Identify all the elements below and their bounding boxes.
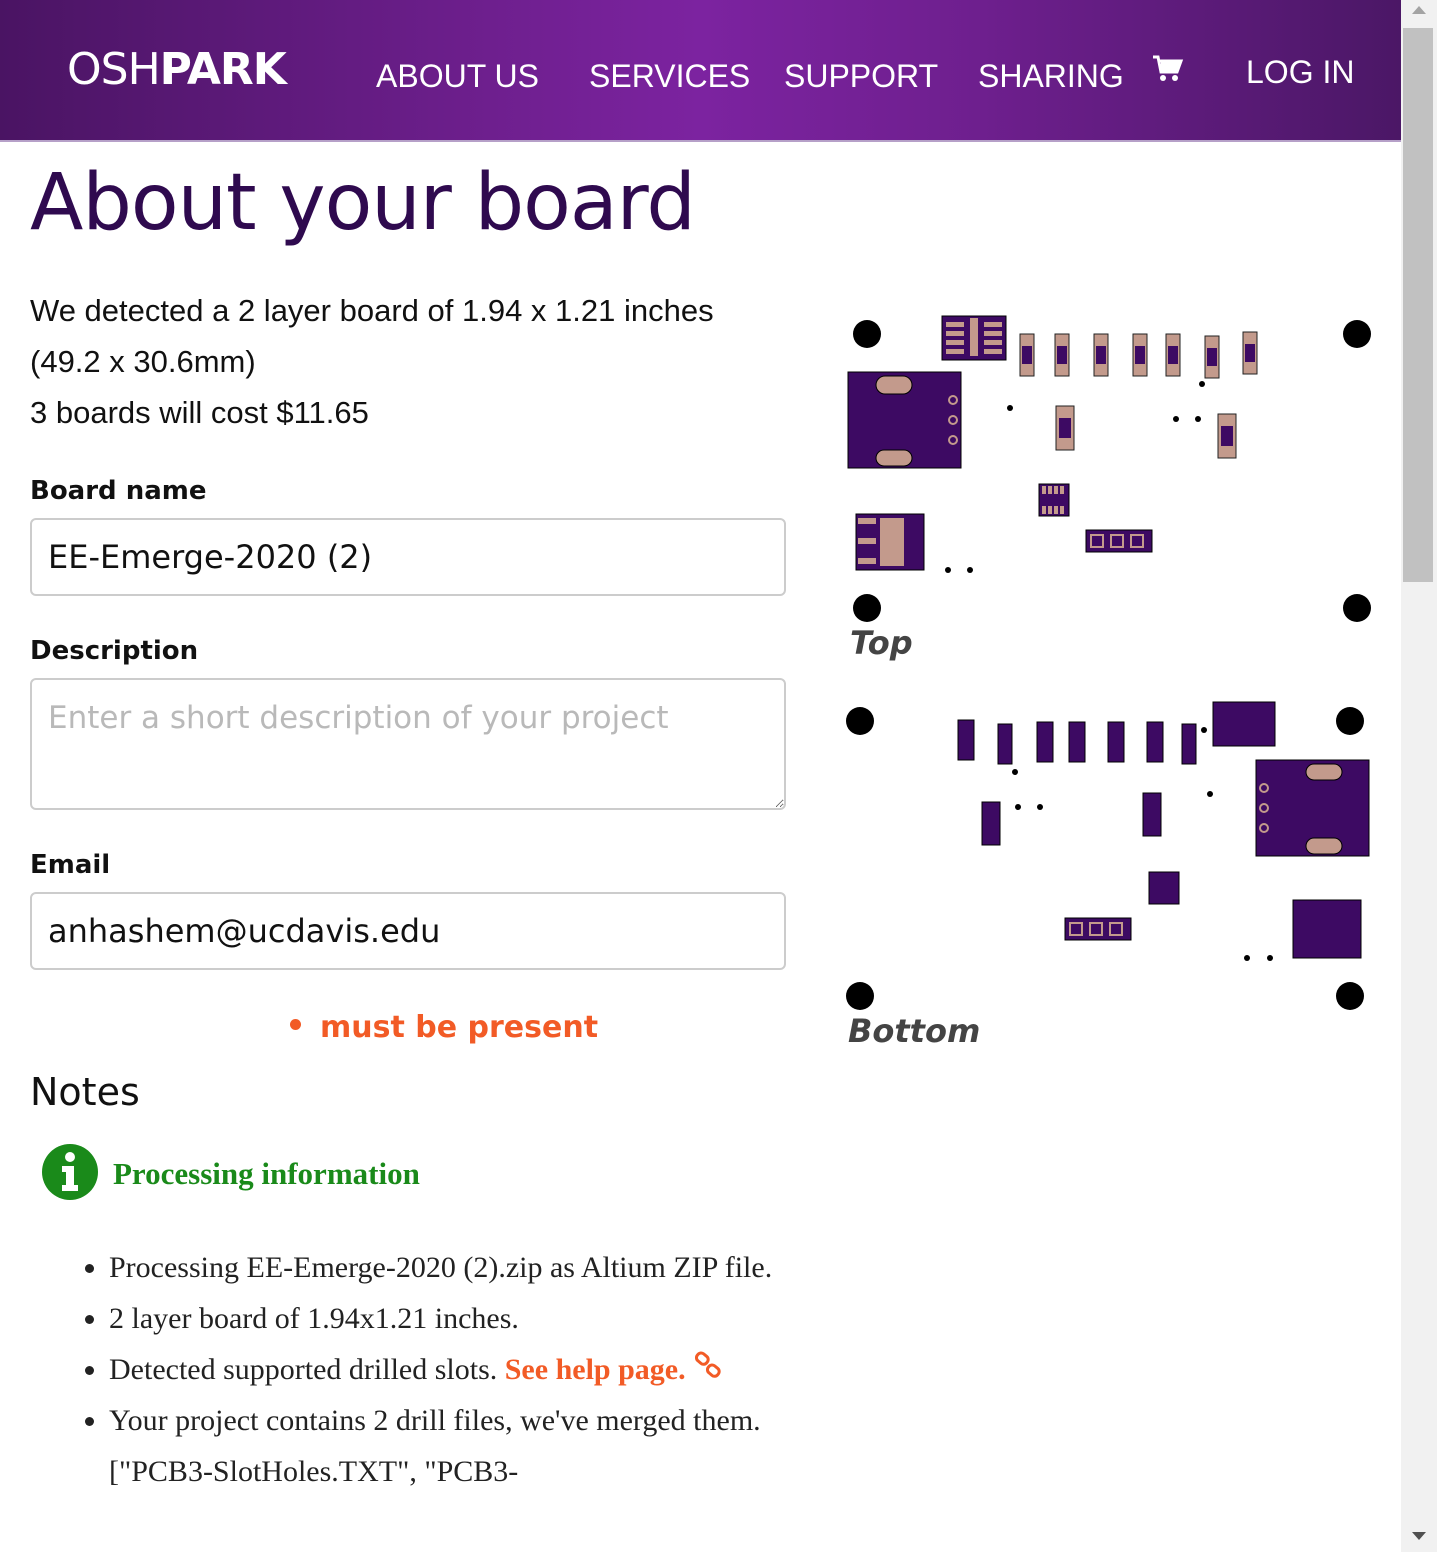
detected-metric-dimensions: (49.2 x 30.6mm): [30, 344, 256, 379]
board-cost: 3 boards will cost $11.65: [30, 395, 369, 430]
scrollbar-thumb[interactable]: [1403, 28, 1433, 582]
bullet-icon: [290, 1019, 301, 1030]
top-layer-label: Top: [850, 624, 913, 662]
notes-heading: Notes: [30, 1070, 140, 1114]
nav-support[interactable]: SUPPORT: [784, 58, 938, 95]
link-icon[interactable]: [693, 1351, 723, 1386]
list-item: Your project contains 2 drill files, we'…: [109, 1395, 829, 1497]
nav-services[interactable]: SERVICES: [589, 58, 750, 95]
nav-log-in[interactable]: LOG IN: [1246, 54, 1354, 91]
detected-dimensions: We detected a 2 layer board of 1.94 x 1.…: [30, 293, 714, 328]
scroll-up-arrow-icon[interactable]: [1412, 6, 1426, 14]
email-input[interactable]: [30, 892, 786, 970]
processing-info-title: Processing information: [113, 1156, 420, 1191]
top-navigation: OSHPARK ABOUT US SERVICES SUPPORT SHARIN…: [0, 0, 1401, 142]
list-item: Detected supported drilled slots. See he…: [109, 1344, 829, 1395]
board-name-input[interactable]: [30, 518, 786, 596]
validation-error: must be present: [290, 1010, 598, 1045]
board-name-label: Board name: [30, 476, 207, 506]
info-icon: [42, 1144, 98, 1200]
pcb-bottom-preview: [846, 701, 1370, 1010]
nav-about-us[interactable]: ABOUT US: [376, 58, 539, 95]
page-title: About your board: [30, 158, 696, 248]
bottom-layer-label: Bottom: [848, 1012, 981, 1050]
list-item: 2 layer board of 1.94x1.21 inches.: [109, 1293, 829, 1344]
email-label: Email: [30, 850, 111, 880]
scroll-down-arrow-icon[interactable]: [1412, 1532, 1426, 1540]
cart-icon[interactable]: [1152, 54, 1184, 88]
board-detection-summary: We detected a 2 layer board of 1.94 x 1.…: [30, 285, 770, 438]
vertical-scrollbar[interactable]: [1401, 0, 1437, 1552]
help-page-link[interactable]: See help page.: [505, 1353, 686, 1386]
processing-info-list: Processing EE-Emerge-2020 (2).zip as Alt…: [65, 1242, 829, 1497]
list-item: Processing EE-Emerge-2020 (2).zip as Alt…: [109, 1242, 829, 1293]
pcb-top-preview: [847, 315, 1371, 622]
nav-sharing[interactable]: SHARING: [978, 58, 1124, 95]
oshpark-logo[interactable]: OSHPARK: [67, 44, 287, 95]
description-textarea[interactable]: [30, 678, 786, 810]
description-label: Description: [30, 636, 199, 666]
error-text: must be present: [320, 1010, 599, 1045]
